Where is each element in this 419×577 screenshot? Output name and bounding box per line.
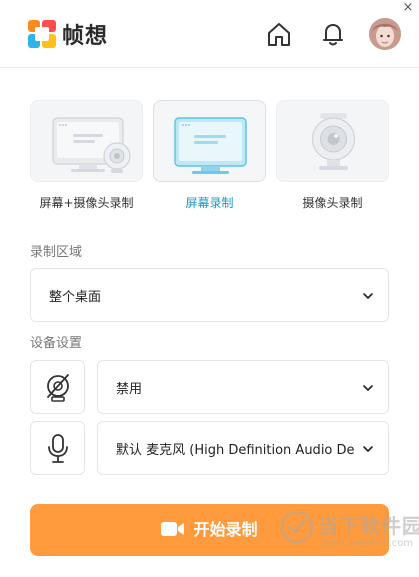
microphone-device-icon-box bbox=[30, 421, 85, 475]
mode-card-screen-camera[interactable] bbox=[30, 100, 143, 182]
watermark-text: 当下软件园 bbox=[318, 514, 419, 538]
video-camera-icon bbox=[161, 521, 185, 536]
region-select[interactable]: 整个桌面 bbox=[30, 268, 389, 322]
bell-icon[interactable] bbox=[319, 20, 347, 48]
header-bar: 帧想 × bbox=[0, 0, 419, 68]
chevron-down-icon bbox=[363, 385, 373, 391]
microphone-icon bbox=[48, 434, 68, 463]
mode-card-screen[interactable] bbox=[153, 100, 266, 182]
avatar[interactable] bbox=[369, 18, 401, 50]
camera-disabled-icon bbox=[47, 374, 69, 402]
camera-device-icon-box bbox=[30, 360, 85, 414]
mode-label-screen: 屏幕录制 bbox=[185, 196, 234, 210]
watermark: 当下软件园 www.downxia.com bbox=[280, 508, 419, 558]
region-select-value: 整个桌面 bbox=[49, 290, 102, 305]
camera-select[interactable]: 禁用 bbox=[97, 360, 389, 414]
app-brand-name: 帧想 bbox=[62, 24, 109, 49]
camera-select-value: 禁用 bbox=[116, 382, 143, 397]
microphone-select[interactable]: 默认 麦克风 (High Definition Audio De bbox=[97, 421, 389, 475]
mode-label-screen-camera: 屏幕+摄像头录制 bbox=[39, 196, 134, 210]
mode-card-camera[interactable] bbox=[276, 100, 389, 182]
chevron-down-icon bbox=[363, 446, 373, 452]
chevron-down-icon bbox=[363, 293, 373, 299]
home-icon[interactable] bbox=[265, 20, 293, 48]
webcam-illustration bbox=[311, 113, 356, 170]
screen-illustration bbox=[174, 117, 247, 174]
app-logo-icon bbox=[28, 20, 56, 48]
region-section-label: 录制区域 bbox=[30, 245, 83, 260]
start-recording-label: 开始录制 bbox=[193, 520, 258, 539]
microphone-select-value: 默认 麦克风 (High Definition Audio De bbox=[116, 443, 355, 458]
watermark-url: www.downxia.com bbox=[320, 538, 414, 549]
watermark-logo-icon bbox=[280, 510, 314, 544]
device-section-label: 设备设置 bbox=[30, 336, 83, 351]
mode-label-camera: 摄像头录制 bbox=[302, 196, 363, 210]
screen-camera-illustration bbox=[52, 117, 131, 173]
close-button[interactable]: × bbox=[400, 0, 416, 16]
